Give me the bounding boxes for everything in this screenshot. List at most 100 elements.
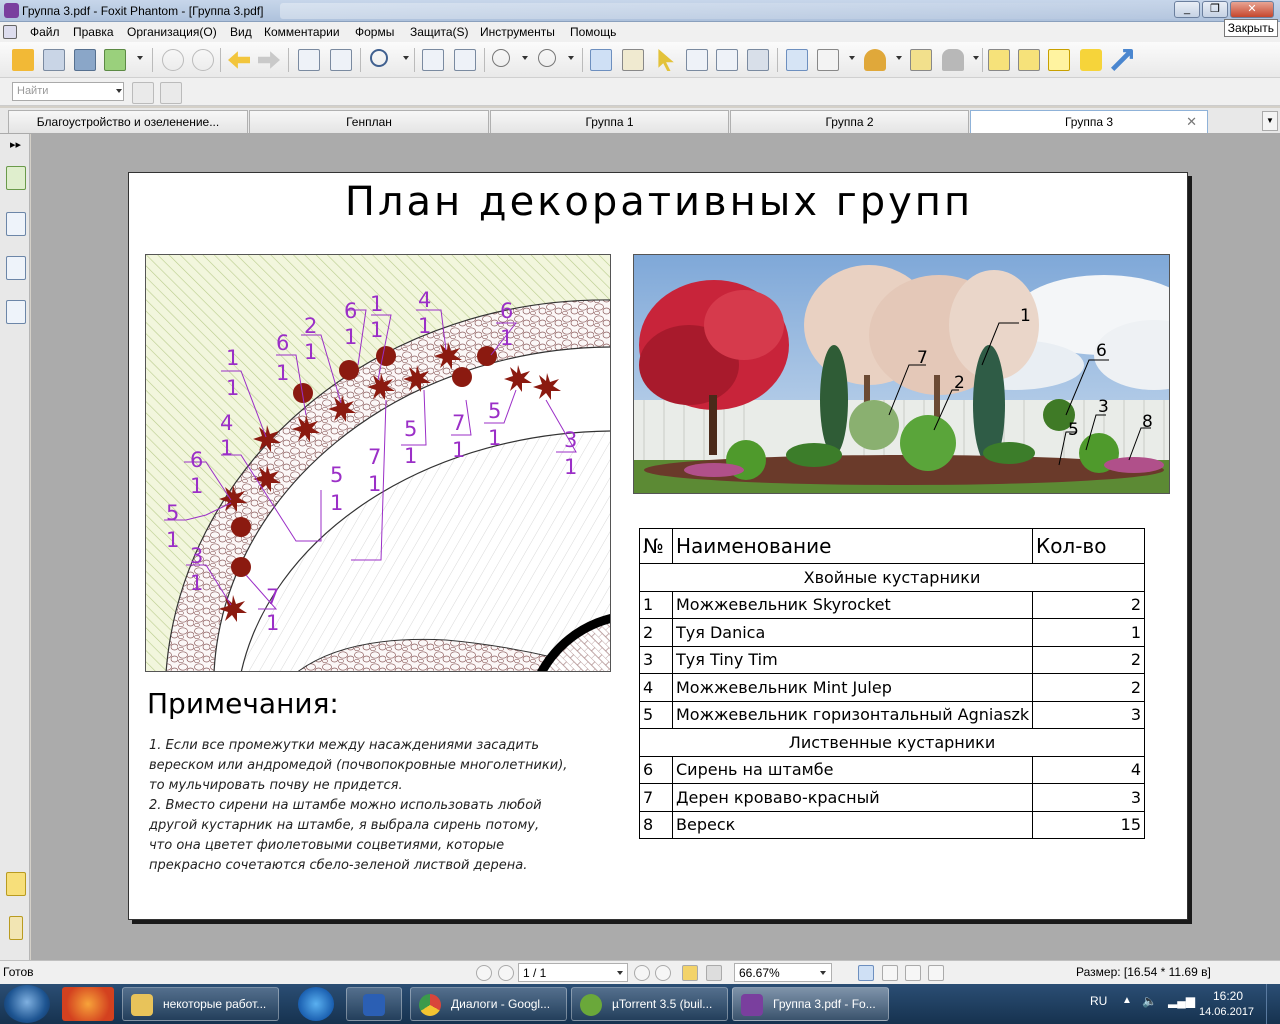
layers-panel-icon[interactable] — [6, 300, 26, 324]
prev-page-icon[interactable] — [498, 965, 514, 981]
taskbar-explorer[interactable]: некоторые работ... — [122, 987, 279, 1021]
zoom-in-dropdown-arrow[interactable] — [568, 56, 574, 60]
firefox-icon[interactable] — [62, 987, 114, 1021]
expand-panel-icon[interactable]: ▸▸ — [10, 138, 21, 151]
next-page-icon[interactable] — [192, 49, 214, 71]
back-arrow-icon[interactable] — [228, 51, 250, 69]
tab-genplan[interactable]: Генплан — [249, 110, 489, 133]
tab-group-1[interactable]: Группа 1 — [490, 110, 729, 133]
text-box-icon[interactable] — [1048, 49, 1070, 71]
zoom-icon[interactable] — [370, 49, 388, 67]
note-dropdown-arrow[interactable] — [849, 56, 855, 60]
comments-panel-icon[interactable] — [6, 872, 26, 896]
taskbar-foxit[interactable]: Группа 3.pdf - Fo... — [732, 987, 889, 1021]
next-page-icon[interactable] — [634, 965, 650, 981]
select-arrow-icon[interactable] — [658, 49, 674, 71]
menu-edit[interactable]: Правка — [73, 25, 114, 39]
page-dropdown-arrow[interactable] — [617, 971, 623, 975]
zoom-in-icon[interactable] — [538, 49, 556, 67]
zoom-out-icon[interactable] — [492, 49, 510, 67]
taskbar-utorrent[interactable]: µTorrent 3.5 (buil... — [571, 987, 728, 1021]
zoom-level-dropdown-arrow[interactable] — [820, 971, 826, 975]
last-page-icon[interactable] — [655, 965, 671, 981]
forward-arrow-icon[interactable] — [258, 51, 280, 69]
note-tool-icon[interactable] — [817, 49, 839, 71]
hand-tool-icon[interactable] — [590, 49, 612, 71]
tab-group-3[interactable]: Группа 3 ✕ — [970, 110, 1208, 133]
zoom-out-dropdown-arrow[interactable] — [522, 56, 528, 60]
menu-help[interactable]: Помощь — [570, 25, 616, 39]
bookmarks-panel-icon[interactable] — [6, 212, 26, 236]
menu-forms[interactable]: Формы — [355, 25, 394, 39]
start-button-icon[interactable] — [4, 985, 50, 1023]
stamp-dropdown-arrow[interactable] — [896, 56, 902, 60]
first-page-icon[interactable] — [476, 965, 492, 981]
signatures-panel-icon[interactable] — [6, 256, 26, 280]
edit-form-icon[interactable] — [1018, 49, 1040, 71]
page-number-field[interactable]: 1 / 1 — [518, 963, 628, 982]
single-page-icon[interactable] — [858, 965, 874, 981]
edit-document-icon[interactable] — [988, 49, 1010, 71]
find-dropdown-arrow[interactable] — [116, 89, 122, 93]
menu-view[interactable]: Вид — [230, 25, 252, 39]
sign-icon[interactable] — [910, 49, 932, 71]
zoom-dropdown-arrow[interactable] — [403, 56, 409, 60]
rectangle-tool-icon[interactable] — [786, 49, 808, 71]
arrow-tool-icon[interactable] — [1111, 49, 1133, 71]
taskbar-word[interactable] — [346, 987, 402, 1021]
fit-page-icon[interactable] — [422, 49, 444, 71]
tab-group-2[interactable]: Группа 2 — [730, 110, 969, 133]
document-view[interactable]: План декоративных групп 1 1 6 1 2 1 6 1 … — [31, 134, 1280, 960]
tab-landscaping[interactable]: Благоустройство и озеленение... — [8, 110, 248, 133]
find-input[interactable]: Найти — [12, 82, 124, 101]
taskbar-chrome[interactable]: Диалоги - Googl... — [410, 987, 567, 1021]
continuous-facing-icon[interactable] — [928, 965, 944, 981]
maximize-button[interactable]: ❐ — [1202, 1, 1228, 18]
menu-tools[interactable]: Инструменты — [480, 25, 555, 39]
extract-pages-icon[interactable] — [298, 49, 320, 71]
internet-explorer-icon[interactable] — [298, 987, 334, 1021]
facing-icon[interactable] — [905, 965, 921, 981]
close-button[interactable]: ✕ — [1230, 1, 1274, 18]
find-text-icon[interactable] — [686, 49, 708, 71]
tab-list-dropdown-icon[interactable]: ▼ — [1262, 111, 1278, 131]
document-menu-icon[interactable] — [3, 25, 17, 39]
email-dropdown-arrow[interactable] — [137, 56, 143, 60]
show-desktop-button[interactable] — [1266, 984, 1280, 1024]
typewriter-icon[interactable] — [716, 49, 738, 71]
comment-icon[interactable] — [1080, 49, 1102, 71]
go-back-icon[interactable] — [682, 965, 698, 981]
snapshot-icon[interactable] — [747, 49, 769, 71]
find-next-icon[interactable] — [160, 82, 182, 104]
clock-date[interactable]: 14.06.2017 — [1199, 1006, 1254, 1018]
find-previous-icon[interactable] — [132, 82, 154, 104]
previous-page-icon[interactable] — [162, 49, 184, 71]
attachments-panel-icon[interactable] — [9, 916, 23, 940]
print-icon[interactable] — [74, 49, 96, 71]
network-icon[interactable]: ▂▄▆ — [1168, 994, 1195, 1008]
language-indicator[interactable]: RU — [1090, 994, 1107, 1008]
zoom-field[interactable]: 66.67% — [734, 963, 832, 982]
pages-panel-icon[interactable] — [6, 166, 26, 190]
clock-time[interactable]: 16:20 — [1213, 989, 1243, 1003]
stamp-icon[interactable] — [864, 49, 886, 71]
select-text-icon[interactable] — [622, 49, 644, 71]
continuous-icon[interactable] — [882, 965, 898, 981]
email-icon[interactable] — [104, 49, 126, 71]
lock-dropdown-arrow[interactable] — [973, 56, 979, 60]
show-hidden-icons-icon[interactable]: ▲ — [1122, 995, 1132, 1006]
tab-close-icon[interactable]: ✕ — [1186, 111, 1197, 133]
minimize-button[interactable]: _ — [1174, 1, 1200, 18]
lock-icon[interactable] — [942, 49, 964, 71]
open-icon[interactable] — [12, 49, 34, 71]
menu-organize[interactable]: Организация(О) — [127, 25, 217, 39]
insert-pages-icon[interactable] — [330, 49, 352, 71]
volume-icon[interactable]: 🔈 — [1142, 994, 1157, 1008]
menu-file[interactable]: Файл — [30, 25, 60, 39]
menu-comments[interactable]: Комментарии — [264, 25, 340, 39]
row-num: 5 — [639, 700, 673, 729]
fit-width-icon[interactable] — [454, 49, 476, 71]
menu-protect[interactable]: Защита(S) — [410, 25, 469, 39]
go-forward-icon[interactable] — [706, 965, 722, 981]
save-icon[interactable] — [43, 49, 65, 71]
